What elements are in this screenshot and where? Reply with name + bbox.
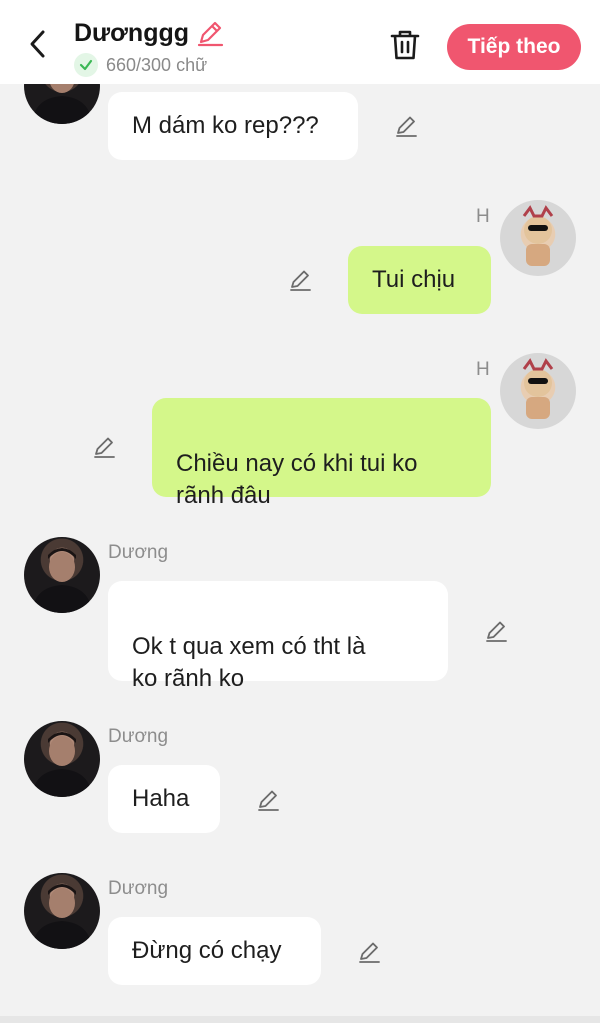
avatar[interactable] xyxy=(24,873,100,949)
message-bubble[interactable]: Haha xyxy=(108,765,220,833)
title-text: Dươnggg xyxy=(74,18,190,47)
pencil-icon[interactable] xyxy=(392,112,420,140)
sender-name: Dương xyxy=(108,878,169,899)
pencil-icon[interactable] xyxy=(90,433,118,461)
avatar[interactable] xyxy=(24,721,100,797)
trash-icon xyxy=(390,30,420,60)
pencil-icon[interactable] xyxy=(195,18,225,48)
top-bar: Dươnggg 660/300 chữ Tiếp theo xyxy=(0,0,600,84)
pencil-icon[interactable] xyxy=(355,938,383,966)
message-text: Tui chịu xyxy=(372,266,456,293)
avatar[interactable] xyxy=(500,200,576,276)
message-bubble[interactable]: M dám ko rep??? xyxy=(108,92,358,160)
pencil-icon[interactable] xyxy=(254,786,282,814)
conversation-title[interactable]: Dươnggg xyxy=(74,18,225,48)
message-bubble[interactable]: Tui chịu xyxy=(348,246,491,314)
chevron-left-icon xyxy=(30,30,45,58)
avatar[interactable] xyxy=(24,537,100,613)
bottom-divider xyxy=(0,1016,600,1023)
sender-name: H xyxy=(476,206,490,227)
message-text: Ok t qua xem có tht là ko rãnh ko xyxy=(132,633,366,692)
sender-name: Dương xyxy=(108,726,169,747)
message-text: M dám ko rep??? xyxy=(132,112,319,139)
sender-name: H xyxy=(476,359,490,380)
char-count: 660/300 chữ xyxy=(106,54,208,75)
pencil-icon[interactable] xyxy=(286,266,314,294)
message-bubble[interactable]: Chiều nay có khi tui ko rãnh đâu xyxy=(152,398,491,509)
message-text: Chiều nay có khi tui ko rãnh đâu xyxy=(176,450,418,509)
sender-name: Dương xyxy=(108,542,169,563)
next-button[interactable]: Tiếp theo xyxy=(447,24,581,70)
message-bubble[interactable]: Đừng có chạy xyxy=(108,917,321,985)
back-button[interactable] xyxy=(22,26,54,62)
message-bubble[interactable]: Ok t qua xem có tht là ko rãnh ko xyxy=(108,581,448,692)
delete-button[interactable] xyxy=(386,26,424,64)
message-text: Haha xyxy=(132,785,190,812)
avatar[interactable] xyxy=(500,353,576,429)
message-text: Đừng có chạy xyxy=(132,937,282,964)
char-count-row: 660/300 chữ xyxy=(74,53,207,77)
pencil-icon[interactable] xyxy=(482,617,510,645)
check-circle-icon xyxy=(74,53,98,77)
